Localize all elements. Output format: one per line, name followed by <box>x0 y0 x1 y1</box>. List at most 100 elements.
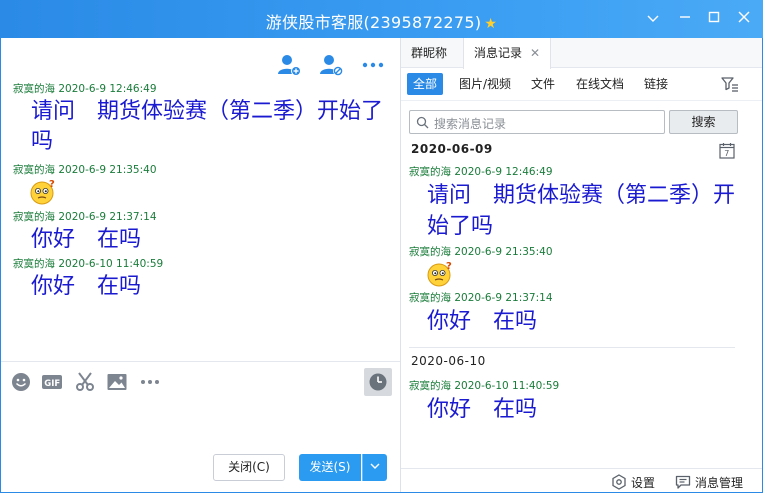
chat-top-toolbar <box>276 52 386 78</box>
message-manager-button[interactable]: 消息管理 <box>675 474 743 492</box>
filters-divider <box>401 100 763 101</box>
input-divider <box>1 361 400 362</box>
message-text: 你好 在吗 <box>427 397 538 422</box>
tab-message-history[interactable]: 消息记录 ✕ <box>463 38 552 69</box>
sender-name: 寂寞的海 <box>13 258 55 270</box>
filter-images-videos[interactable]: 图片/视频 <box>453 73 517 95</box>
search-icon <box>416 116 429 129</box>
chat-message: 寂寞的海 2020-6-10 11:40:59 你好 在吗 <box>1 257 399 302</box>
minimize-button[interactable] <box>674 8 696 30</box>
gear-icon <box>612 474 626 490</box>
filter-icon[interactable] <box>721 75 739 93</box>
history-bottom-bar: 设置 消息管理 <box>401 468 763 492</box>
window-title-text: 游侠股市客服(2395872275) <box>265 13 482 32</box>
sender-name: 寂寞的海 <box>409 246 451 258</box>
history-clock-icon[interactable] <box>364 368 392 396</box>
send-button[interactable]: 发送(S) <box>299 454 361 481</box>
scissors-icon[interactable] <box>73 370 97 394</box>
tab-label: 群昵称 <box>411 46 448 60</box>
chat-message: 寂寞的海 2020-6-9 21:35:40 ? <box>1 163 399 208</box>
message-time: 2020-6-9 12:46:49 <box>58 83 157 95</box>
sender-name: 寂寞的海 <box>409 292 451 304</box>
filter-online-docs[interactable]: 在线文档 <box>570 73 630 95</box>
message-meta: 寂寞的海 2020-6-9 12:46:49 <box>1 82 399 97</box>
history-message: 寂寞的海 2020-6-9 21:37:14 你好 在吗 <box>401 290 753 337</box>
block-user-icon[interactable] <box>318 52 344 78</box>
message-time: 2020-6-10 11:40:59 <box>454 380 560 392</box>
settings-button[interactable]: 设置 <box>611 474 655 492</box>
image-icon[interactable] <box>105 370 129 394</box>
tab-label: 消息记录 <box>474 46 523 60</box>
more-icon[interactable] <box>360 52 386 78</box>
message-text: 请问 期货体验赛（第二季）开始了吗 <box>427 183 736 239</box>
message-meta: 寂寞的海 2020-6-9 21:37:14 <box>1 210 399 225</box>
message-time: 2020-6-9 21:37:14 <box>58 211 157 223</box>
history-list: 寂寞的海 2020-6-9 12:46:49 请问 期货体验赛（第二季）开始了吗… <box>401 164 753 425</box>
chevron-down-icon[interactable] <box>642 8 664 30</box>
calendar-icon[interactable]: 7 <box>719 142 735 159</box>
message-time: 2020-6-9 21:37:14 <box>454 292 553 304</box>
search-placeholder: 搜索消息记录 <box>434 117 507 131</box>
message-meta: 寂寞的海 2020-6-9 21:37:14 <box>401 290 753 306</box>
svg-text:?: ? <box>49 179 55 190</box>
chevron-down-icon <box>370 463 380 469</box>
svg-text:7: 7 <box>724 149 729 158</box>
history-message: 寂寞的海 2020-6-9 12:46:49 请问 期货体验赛（第二季）开始了吗 <box>401 164 753 242</box>
message-text: 请问 期货体验赛（第二季）开始了吗 <box>31 99 384 154</box>
chat-message: 寂寞的海 2020-6-9 21:37:14 你好 在吗 <box>1 210 399 255</box>
sender-name: 寂寞的海 <box>13 83 55 95</box>
send-options-button[interactable] <box>362 454 387 481</box>
history-search-input[interactable]: 搜索消息记录 <box>409 110 665 134</box>
message-text: 你好 在吗 <box>31 274 142 299</box>
side-tabs: 群昵称 消息记录 ✕ <box>401 38 763 69</box>
close-tab-icon[interactable]: ✕ <box>530 46 540 60</box>
chat-message-area: 寂寞的海 2020-6-9 12:46:49 请问 期货体验赛（第二季）开始了吗… <box>1 82 399 360</box>
sender-name: 寂寞的海 <box>13 211 55 223</box>
sender-name: 寂寞的海 <box>13 164 55 176</box>
message-time: 2020-6-9 12:46:49 <box>454 166 553 178</box>
message-text: 你好 在吗 <box>31 227 142 252</box>
message-time: 2020-6-10 11:40:59 <box>58 258 164 270</box>
settings-label: 设置 <box>631 476 656 490</box>
history-message: 寂寞的海 2020-6-10 11:40:59 你好 在吗 <box>401 378 753 425</box>
more-tools-icon[interactable] <box>138 370 162 394</box>
history-date-heading: 2020-06-09 <box>411 142 493 156</box>
message-meta: 寂寞的海 2020-6-10 11:40:59 <box>401 378 753 394</box>
tab-group-nickname[interactable]: 群昵称 <box>401 38 457 68</box>
emoji-icon[interactable] <box>9 370 33 394</box>
sender-name: 寂寞的海 <box>409 166 451 178</box>
maximize-button[interactable] <box>703 8 725 30</box>
message-meta: 寂寞的海 2020-6-10 11:40:59 <box>1 257 399 272</box>
history-pane: 群昵称 消息记录 ✕ 全部 图片/视频 文件 在线文档 链接 搜索消息记录 搜索 … <box>400 38 763 492</box>
chat-pane: 寂寞的海 2020-6-9 12:46:49 请问 期货体验赛（第二季）开始了吗… <box>1 38 400 492</box>
message-text: 你好 在吗 <box>427 309 538 334</box>
confused-face-emoji-icon: ? <box>401 260 753 290</box>
message-meta: 寂寞的海 2020-6-9 21:35:40 <box>1 163 399 178</box>
add-member-icon[interactable] <box>276 52 302 78</box>
history-filters: 全部 图片/视频 文件 在线文档 链接 <box>401 71 763 97</box>
filter-files[interactable]: 文件 <box>525 73 561 95</box>
filter-links[interactable]: 链接 <box>638 73 674 95</box>
svg-text:GIF: GIF <box>44 379 60 389</box>
close-button[interactable]: 关闭(C) <box>213 454 285 481</box>
message-time: 2020-6-9 21:35:40 <box>454 246 553 258</box>
confused-face-emoji-icon: ? <box>1 178 399 208</box>
message-manager-label: 消息管理 <box>695 476 744 490</box>
chat-message: 寂寞的海 2020-6-9 12:46:49 请问 期货体验赛（第二季）开始了吗 <box>1 82 399 157</box>
chat-bubble-icon <box>675 475 691 489</box>
history-message: 寂寞的海 2020-6-9 21:35:40 ? <box>401 244 753 290</box>
close-window-button[interactable] <box>733 8 755 30</box>
gif-icon[interactable]: GIF <box>40 370 64 394</box>
star-icon: ★ <box>484 16 498 32</box>
sender-name: 寂寞的海 <box>409 380 451 392</box>
input-toolbar: GIF <box>1 368 400 396</box>
date-divider <box>409 347 735 348</box>
message-meta: 寂寞的海 2020-6-9 21:35:40 <box>401 244 753 260</box>
message-meta: 寂寞的海 2020-6-9 12:46:49 <box>401 164 753 180</box>
message-time: 2020-6-9 21:35:40 <box>58 164 157 176</box>
search-button[interactable]: 搜索 <box>669 110 738 134</box>
title-bar: 游侠股市客服(2395872275) ★ <box>0 0 763 38</box>
filter-all[interactable]: 全部 <box>407 73 444 95</box>
history-date-heading: 2020-06-10 <box>411 354 486 368</box>
svg-text:?: ? <box>446 261 452 272</box>
